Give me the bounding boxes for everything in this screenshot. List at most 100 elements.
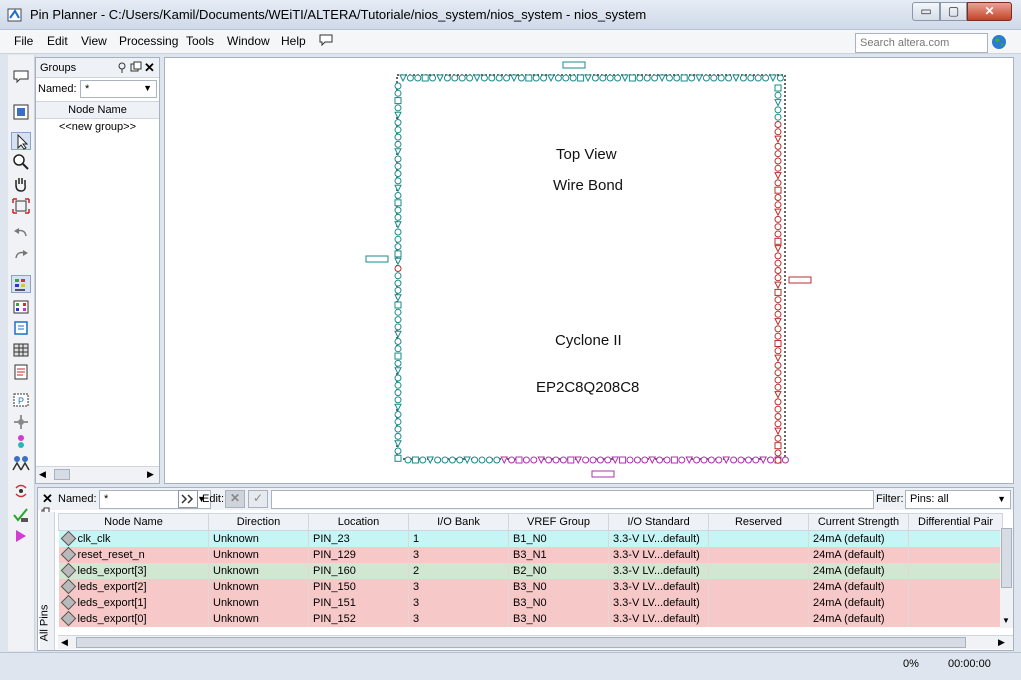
table-cell[interactable]: 3 xyxy=(408,594,509,611)
table-row[interactable]: reset_reset_n Unknown PIN_129 3 B3_N1 3.3-V L… xyxy=(58,546,1003,563)
scroll-left-icon[interactable]: ◀ xyxy=(39,469,46,480)
scroll-right-icon[interactable]: ▶ xyxy=(147,469,154,480)
table-row[interactable]: leds_export[3] Unknown PIN_160 2 B2_N0 3.3-V … xyxy=(58,562,1003,579)
column-header[interactable]: Current Strength xyxy=(808,513,909,531)
minimize-button[interactable]: ▭ xyxy=(912,2,940,21)
table-cell[interactable] xyxy=(708,578,809,595)
table-cell[interactable]: Unknown xyxy=(208,610,309,627)
groups-named-select[interactable]: * ▼ xyxy=(80,80,157,98)
scroll-down-icon[interactable]: ▼ xyxy=(1002,616,1010,625)
tooltip-icon[interactable] xyxy=(11,68,31,86)
people-icon[interactable] xyxy=(11,454,31,472)
table-cell[interactable] xyxy=(708,594,809,611)
scroll-thumb[interactable] xyxy=(1001,528,1012,588)
table-cell[interactable]: 24mA (default) xyxy=(808,546,909,563)
table-horizontal-scrollbar[interactable]: ◀ ▶ xyxy=(58,635,1013,649)
table-cell[interactable]: PIN_129 xyxy=(308,546,409,563)
column-header[interactable]: I/O Standard xyxy=(608,513,709,531)
table-cell[interactable]: Unknown xyxy=(208,530,309,547)
table-cell[interactable]: B3_N0 xyxy=(508,594,609,611)
menu-tools[interactable]: Tools xyxy=(186,34,214,48)
table-cell[interactable] xyxy=(908,594,1003,611)
table-cell[interactable]: clk_clk xyxy=(58,530,209,547)
globe-icon[interactable] xyxy=(991,34,1007,50)
table-cell[interactable]: 3.3-V LV...default) xyxy=(608,546,709,563)
table-cell[interactable] xyxy=(908,610,1003,627)
table-cell[interactable]: 3 xyxy=(408,610,509,627)
list-icon[interactable] xyxy=(11,363,31,381)
table-cell[interactable]: reset_reset_n xyxy=(58,546,209,563)
table-cell[interactable]: leds_export[0] xyxy=(58,610,209,627)
table-cell[interactable] xyxy=(708,610,809,627)
redo-icon[interactable] xyxy=(11,247,31,265)
table-cell[interactable] xyxy=(708,530,809,547)
pin-planner-icon[interactable] xyxy=(11,103,31,121)
table-cell[interactable]: 3.3-V LV...default) xyxy=(608,530,709,547)
table-cell[interactable]: 3 xyxy=(408,546,509,563)
column-header[interactable]: Node Name xyxy=(58,513,209,531)
column-header[interactable]: Differential Pair xyxy=(908,513,1003,531)
menu-edit[interactable]: Edit xyxy=(47,34,68,48)
table-cell[interactable] xyxy=(908,546,1003,563)
table-row[interactable]: leds_export[0] Unknown PIN_152 3 B3_N0 3.3-V … xyxy=(58,610,1003,627)
table-cell[interactable]: B1_N0 xyxy=(508,530,609,547)
table-row[interactable]: leds_export[1] Unknown PIN_151 3 B3_N0 3.3-V … xyxy=(58,594,1003,611)
table-cell[interactable]: B3_N1 xyxy=(508,546,609,563)
close-button[interactable]: ✕ xyxy=(967,2,1012,21)
table-row[interactable]: clk_clk Unknown PIN_23 1 B1_N0 3.3-V LV...def… xyxy=(58,530,1003,547)
table-cell[interactable]: 3.3-V LV...default) xyxy=(608,578,709,595)
table-cell[interactable]: leds_export[3] xyxy=(58,562,209,579)
scroll-right-icon[interactable]: ▶ xyxy=(998,637,1005,648)
fit-icon[interactable] xyxy=(11,197,31,215)
hand-icon[interactable] xyxy=(11,175,31,193)
table-cell[interactable] xyxy=(908,578,1003,595)
table-cell[interactable]: 3.3-V LV...default) xyxy=(608,562,709,579)
float-panel-icon[interactable] xyxy=(130,61,142,76)
table-cell[interactable]: B2_N0 xyxy=(508,562,609,579)
zoom-icon[interactable] xyxy=(11,153,31,171)
pin-panel-icon[interactable] xyxy=(116,61,128,76)
table-cell[interactable]: 3 xyxy=(408,578,509,595)
pins-edit-field[interactable] xyxy=(271,490,874,509)
filter-pins-icon[interactable] xyxy=(178,490,198,508)
table-cell[interactable]: 2 xyxy=(408,562,509,579)
package-icon[interactable] xyxy=(11,319,31,337)
table-cell[interactable]: 24mA (default) xyxy=(808,578,909,595)
grid-icon[interactable] xyxy=(11,341,31,359)
table-vertical-scrollbar[interactable]: ▼ xyxy=(1000,528,1013,628)
table-cell[interactable]: 24mA (default) xyxy=(808,562,909,579)
table-cell[interactable]: 3.3-V LV...default) xyxy=(608,610,709,627)
maximize-button[interactable]: ▢ xyxy=(940,2,967,21)
table-cell[interactable]: 24mA (default) xyxy=(808,530,909,547)
menu-window[interactable]: Window xyxy=(227,34,270,48)
close-panel-icon[interactable]: ✕ xyxy=(42,491,53,507)
select-icon[interactable] xyxy=(11,132,31,150)
table-cell[interactable]: Unknown xyxy=(208,546,309,563)
feedback-icon[interactable] xyxy=(318,32,334,51)
table-cell[interactable] xyxy=(708,546,809,563)
pin-legend-icon[interactable] xyxy=(11,275,31,293)
table-cell[interactable]: leds_export[1] xyxy=(58,594,209,611)
table-cell[interactable] xyxy=(708,562,809,579)
table-cell[interactable]: B3_N0 xyxy=(508,578,609,595)
new-group-item[interactable]: <<new group>> xyxy=(36,121,159,133)
scroll-thumb[interactable] xyxy=(76,637,966,648)
groups-horizontal-scrollbar[interactable]: ◀ ▶ xyxy=(36,466,159,483)
undo-icon[interactable] xyxy=(11,225,31,243)
menu-help[interactable]: Help xyxy=(281,34,306,48)
table-cell[interactable]: PIN_151 xyxy=(308,594,409,611)
route-icon[interactable] xyxy=(11,413,31,431)
all-pins-tab[interactable]: All Pins xyxy=(38,512,55,650)
column-header[interactable]: Reserved xyxy=(708,513,809,531)
menu-view[interactable]: View xyxy=(81,34,107,48)
groups-column-header[interactable]: Node Name xyxy=(36,101,159,119)
table-cell[interactable]: PIN_152 xyxy=(308,610,409,627)
table-cell[interactable] xyxy=(908,562,1003,579)
table-cell[interactable]: B3_N0 xyxy=(508,610,609,627)
table-cell[interactable]: 3.3-V LV...default) xyxy=(608,594,709,611)
accept-edit-icon[interactable]: ✓ xyxy=(248,490,268,508)
column-header[interactable]: Direction xyxy=(208,513,309,531)
table-cell[interactable]: Unknown xyxy=(208,562,309,579)
pins-filter-select[interactable]: Pins: all ▼ xyxy=(905,490,1011,509)
scroll-thumb[interactable] xyxy=(54,469,70,480)
